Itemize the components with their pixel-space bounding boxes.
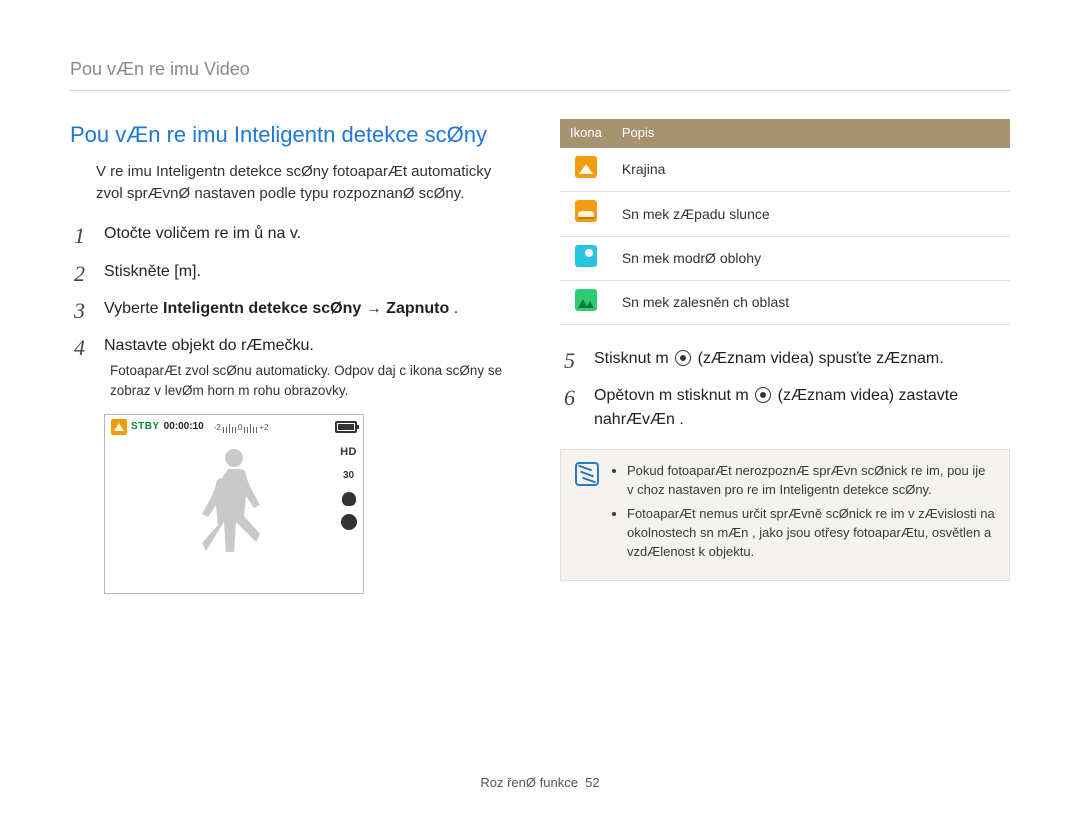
stabilizer-icon (341, 514, 357, 530)
step-text: Nastavte objekt do rÆmečku. (104, 337, 314, 354)
step-2: Stiskněte [m]. (70, 260, 520, 283)
row-label: Sn mek modrØ oblohy (612, 236, 1010, 280)
step-note: FotoaparÆt zvol scØnu automaticky. Odpov… (104, 361, 520, 400)
hd-icon: HD (340, 445, 357, 461)
lcd-preview: STBY 00:00:10 -2 0 +2 HD 30 (104, 414, 364, 594)
lcd-ev-scale: -2 0 +2 (214, 422, 269, 434)
step-text: Stisknut m (594, 350, 673, 367)
step-text-post: ]. (192, 263, 201, 280)
info-item: Pokud fotoaparÆt nerozpoznÆ sprÆvn scØni… (627, 462, 995, 500)
battery-icon (335, 421, 357, 433)
lcd-timecode: 00:00:10 (164, 420, 204, 435)
scene-icon (111, 419, 127, 435)
page-footer: Roz řenØ funkce 52 (0, 774, 1080, 793)
footer-label: Roz řenØ funkce (480, 775, 578, 790)
step-5: Stisknut m (zÆznam videa) spusťte zÆznam… (560, 347, 1010, 370)
row-label: Krajina (612, 148, 1010, 192)
row-label: Sn mek zalesněn ch oblast (612, 280, 1010, 324)
step-text: Stiskněte [m (104, 263, 192, 280)
table-row: Sn mek zÆpadu slunce (560, 192, 1010, 236)
step-6: Opětovn m stisknut m (zÆznam videa) zast… (560, 384, 1010, 430)
table-row: Sn mek zalesněn ch oblast (560, 280, 1010, 324)
ev-label: 0 (238, 422, 242, 434)
focus-mode-icon (342, 492, 356, 506)
row-label: Sn mek zÆpadu slunce (612, 192, 1010, 236)
breadcrumb: Pou vÆn re imu Video (70, 56, 1010, 91)
section-heading: Pou vÆn re imu Inteligentn detekce scØny (70, 119, 520, 151)
ev-label: -2 (214, 422, 221, 434)
step-text: Opětovn m stisknut m (594, 387, 753, 404)
blue-sky-icon (575, 245, 597, 267)
step-text-post: . (297, 225, 301, 242)
forest-icon (575, 289, 597, 311)
lcd-stby: STBY (131, 420, 160, 435)
step-text: Otočte voličem re im ů na v (104, 225, 297, 242)
info-box: Pokud fotoaparÆt nerozpoznÆ sprÆvn scØni… (560, 449, 1010, 581)
step-option-value: Zapnuto (386, 300, 449, 317)
subject-silhouette (198, 443, 270, 573)
step-4: Nastavte objekt do rÆmečku. FotoaparÆt z… (70, 334, 520, 400)
th-desc: Popis (612, 119, 1010, 148)
step-text-post: . (449, 300, 458, 317)
sunset-icon (575, 200, 597, 222)
step-arrow: → (361, 300, 386, 317)
table-row: Sn mek modrØ oblohy (560, 236, 1010, 280)
step-3: Vyberte Inteligentn detekce scØny → Zapn… (70, 297, 520, 320)
landscape-icon (575, 156, 597, 178)
record-icon (755, 387, 771, 403)
table-row: Krajina (560, 148, 1010, 192)
footer-page: 52 (585, 775, 599, 790)
step-text: Vyberte (104, 300, 163, 317)
info-item: FotoaparÆt nemus určit sprÆvně scØnick r… (627, 505, 995, 562)
step-1: Otočte voličem re im ů na v. (70, 222, 520, 245)
icon-table: Ikona Popis Krajina Sn mek zÆpadu slunce (560, 119, 1010, 325)
fps-icon: 30 (343, 469, 354, 484)
note-icon (575, 462, 599, 486)
step-text-post: (zÆznam videa) spusťte zÆznam. (693, 350, 944, 367)
ev-label: +2 (259, 422, 268, 434)
th-icon: Ikona (560, 119, 612, 148)
step-option: Inteligentn detekce scØny (163, 300, 361, 317)
section-intro: V re imu Inteligentn detekce scØny fotoa… (70, 161, 520, 205)
record-icon (675, 350, 691, 366)
